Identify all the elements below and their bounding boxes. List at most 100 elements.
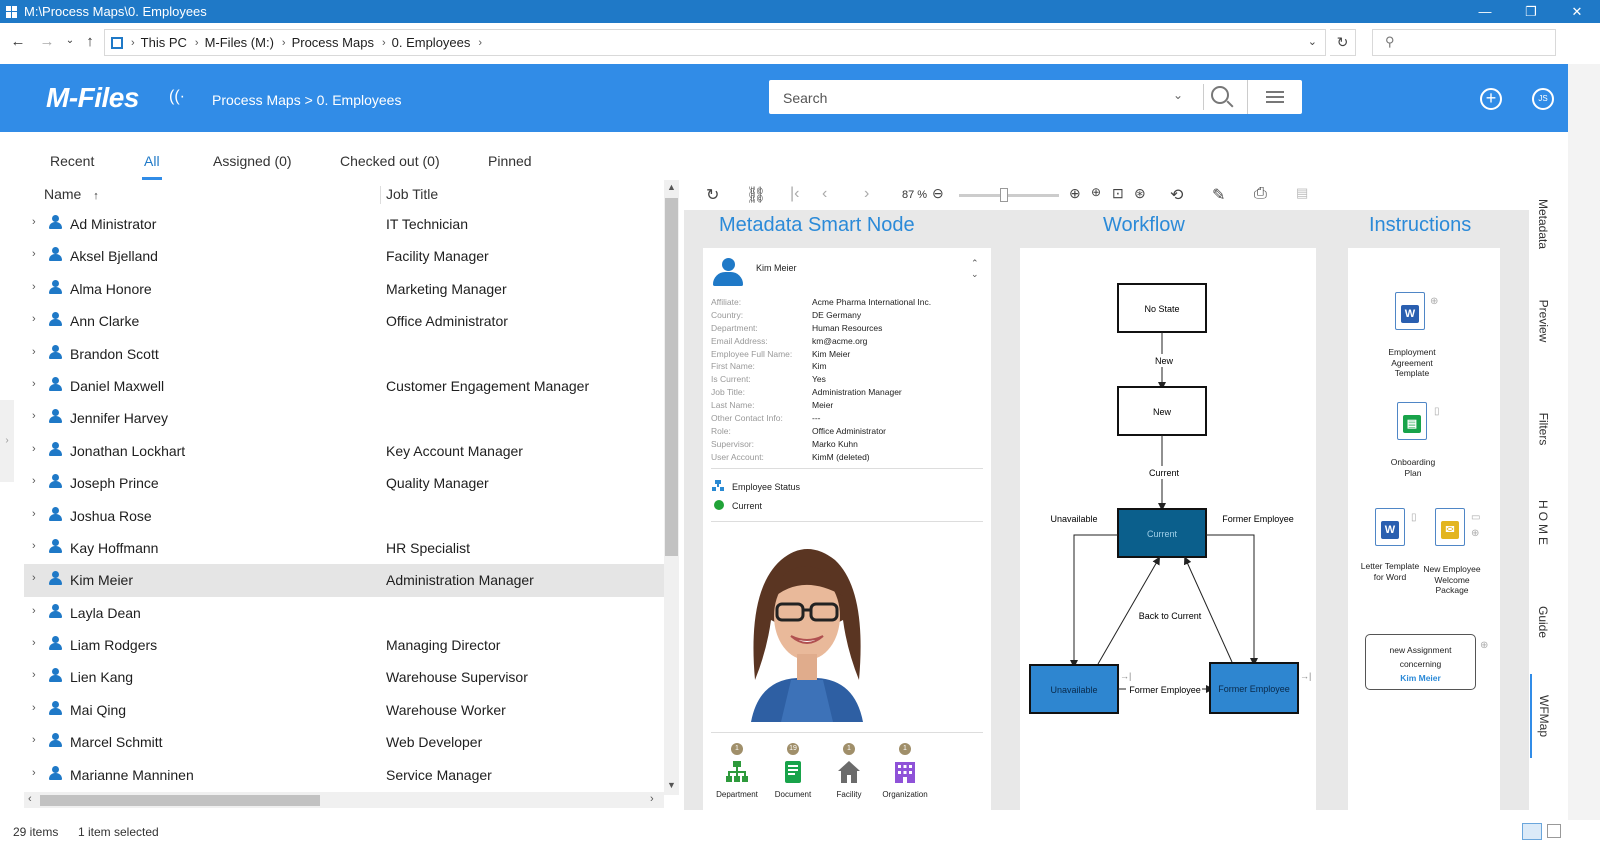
forward-arrow-icon[interactable]: → [35,33,59,50]
expand-chevron-icon[interactable]: › [32,508,36,520]
list-item[interactable]: › Aksel Bjelland Facility Manager [24,240,664,272]
expand-chevron-icon[interactable]: › [32,637,36,649]
state-current[interactable]: Current [1117,508,1207,558]
expand-chevron-icon[interactable]: › [32,540,36,552]
expand-chevron-icon[interactable]: › [32,572,36,584]
zoom-in-icon[interactable]: ⊕ [1069,185,1081,202]
expand-chevron-icon[interactable]: › [32,410,36,422]
expand-chevron-icon[interactable]: › [32,669,36,681]
tab-home[interactable]: HOME [1530,482,1556,566]
back-arrow-icon[interactable]: ← [6,33,30,50]
expand-chevron-icon[interactable]: › [32,313,36,325]
instruction-onboarding-plan[interactable]: Onboarding Plan [1382,457,1444,478]
expand-chevron-icon[interactable]: › [32,734,36,746]
maximize-button[interactable]: ❐ [1508,0,1554,23]
list-item[interactable]: › Marcel Schmitt Web Developer [24,726,664,758]
list-item[interactable]: › Joseph Prince Quality Manager [24,467,664,499]
mail-doc-icon[interactable]: ✉ [1435,508,1465,546]
refresh-icon[interactable]: ↻ [1330,29,1356,56]
list-item[interactable]: › Lien Kang Warehouse Supervisor [24,661,664,693]
close-button[interactable]: ✕ [1554,0,1600,23]
expand-chevron-icon[interactable]: › [32,248,36,260]
add-icon[interactable]: ⊕ [1471,528,1479,539]
list-vertical-scrollbar[interactable]: ▲ ▼ [664,180,679,795]
state-no-state[interactable]: No State [1117,283,1207,333]
list-item[interactable]: › Daniel Maxwell Customer Engagement Manag… [24,370,664,402]
next-icon[interactable]: › [864,185,869,203]
list-horizontal-scrollbar[interactable]: ‹ › [24,792,664,808]
word-icon[interactable]: W [1395,292,1425,330]
column-job-title-header[interactable]: Job Title [386,186,438,202]
list-item[interactable]: › Alma Honore Marketing Manager [24,273,664,305]
state-new[interactable]: New [1117,386,1207,436]
breadcrumb-mfiles-drive[interactable]: M-Files (M:) [205,35,274,50]
create-new-icon[interactable]: + [1480,88,1502,110]
breadcrumb-this-pc[interactable]: This PC [141,35,187,50]
address-field[interactable]: › This PC › M-Files (M:) › Process Maps … [104,29,1326,56]
search-icon[interactable] [1203,84,1237,110]
edit-pencil-icon[interactable]: ✎ [1212,185,1225,205]
instruction-welcome-package[interactable]: New Employee Welcome Package [1420,564,1484,596]
reload-icon[interactable]: ↻ [706,185,719,205]
expand-chevron-icon[interactable]: › [32,378,36,390]
user-avatar[interactable]: JS [1532,88,1554,110]
list-item[interactable]: › Kay Hoffmann HR Specialist [24,532,664,564]
collapse-left-pane-handle[interactable]: › [0,400,14,482]
fit-page-icon[interactable]: ⊡ [1112,185,1124,202]
list-item[interactable]: › Mai Qing Warehouse Worker [24,694,664,726]
breadcrumb-employees[interactable]: 0. Employees [392,35,471,50]
tab-pinned[interactable]: Pinned [488,153,532,169]
expand-chevron-icon[interactable]: › [32,605,36,617]
first-page-icon[interactable]: |‹ [790,185,799,203]
tab-filters[interactable]: Filters [1530,384,1556,474]
tab-guide[interactable]: Guide [1530,580,1556,664]
add-icon[interactable]: ⊕ [1430,296,1438,307]
print-icon[interactable]: ⎙ [1254,185,1267,203]
list-item[interactable]: › Kim Meier Administration Manager [24,564,664,597]
zoom-out-icon[interactable]: ⊖ [932,185,944,202]
tab-all[interactable]: All [142,153,162,180]
list-item[interactable]: › Ann Clarke Office Administrator [24,305,664,337]
tab-checked-out[interactable]: Checked out (0) [340,153,440,169]
list-item[interactable]: › Layla Dean [24,597,664,629]
search-box[interactable]: Search ⌄ [769,80,1302,114]
zoom-100-icon[interactable]: ⊕ [1091,185,1101,199]
up-arrow-icon[interactable]: ↑ [78,33,102,50]
list-item[interactable]: › Jonathan Lockhart Key Account Manager [24,435,664,467]
previous-icon[interactable]: ‹ [822,185,827,203]
tab-preview[interactable]: Preview [1530,276,1556,366]
tab-metadata[interactable]: Metadata [1530,180,1556,268]
search-input[interactable]: Search [783,90,827,106]
search-filter-icon[interactable] [1247,80,1302,114]
instruction-letter-template[interactable]: Letter Template for Word [1360,561,1420,582]
state-former-employee[interactable]: Former Employee [1209,662,1299,714]
relation-document[interactable]: 19 Document [765,743,821,799]
overview-icon[interactable]: ⊛ [1134,185,1146,202]
expand-chevron-icon[interactable]: › [32,475,36,487]
list-item[interactable]: › Marianne Manninen Service Manager [24,759,664,791]
breadcrumb-process-maps[interactable]: Process Maps [292,35,374,50]
address-dropdown-icon[interactable]: ⌄ [1308,35,1317,48]
collapse-chevron-icon[interactable]: ⌃ ⌄ [971,258,979,280]
word-icon[interactable]: W [1375,508,1405,546]
list-item[interactable]: › Joshua Rose [24,500,664,532]
list-item[interactable]: › Jennifer Harvey [24,402,664,434]
state-unavailable[interactable]: Unavailable [1029,664,1119,714]
relation-department[interactable]: 1 Department [709,743,765,799]
relation-organization[interactable]: 1 Organization [877,743,933,799]
expand-chevron-icon[interactable]: › [32,281,36,293]
green-doc-icon[interactable]: ▤ [1397,402,1427,440]
new-assignment-box[interactable]: new Assignment concerning Kim Meier [1365,634,1476,690]
add-icon[interactable]: ⊕ [1480,640,1488,651]
zoom-slider[interactable] [959,188,1059,202]
list-item[interactable]: › Ad Ministrator IT Technician [24,208,664,240]
expand-chevron-icon[interactable]: › [32,216,36,228]
header-breadcrumb[interactable]: Process Maps > 0. Employees [212,92,401,108]
explorer-search-input[interactable]: ⚲ [1372,29,1556,56]
instruction-employment-agreement[interactable]: Employment Agreement Template [1374,347,1450,379]
tab-recent[interactable]: Recent [50,153,94,169]
list-item[interactable]: › Liam Rodgers Managing Director [24,629,664,661]
expand-chevron-icon[interactable]: › [32,767,36,779]
search-dropdown-icon[interactable]: ⌄ [1173,88,1183,102]
expand-chevron-icon[interactable]: › [32,443,36,455]
